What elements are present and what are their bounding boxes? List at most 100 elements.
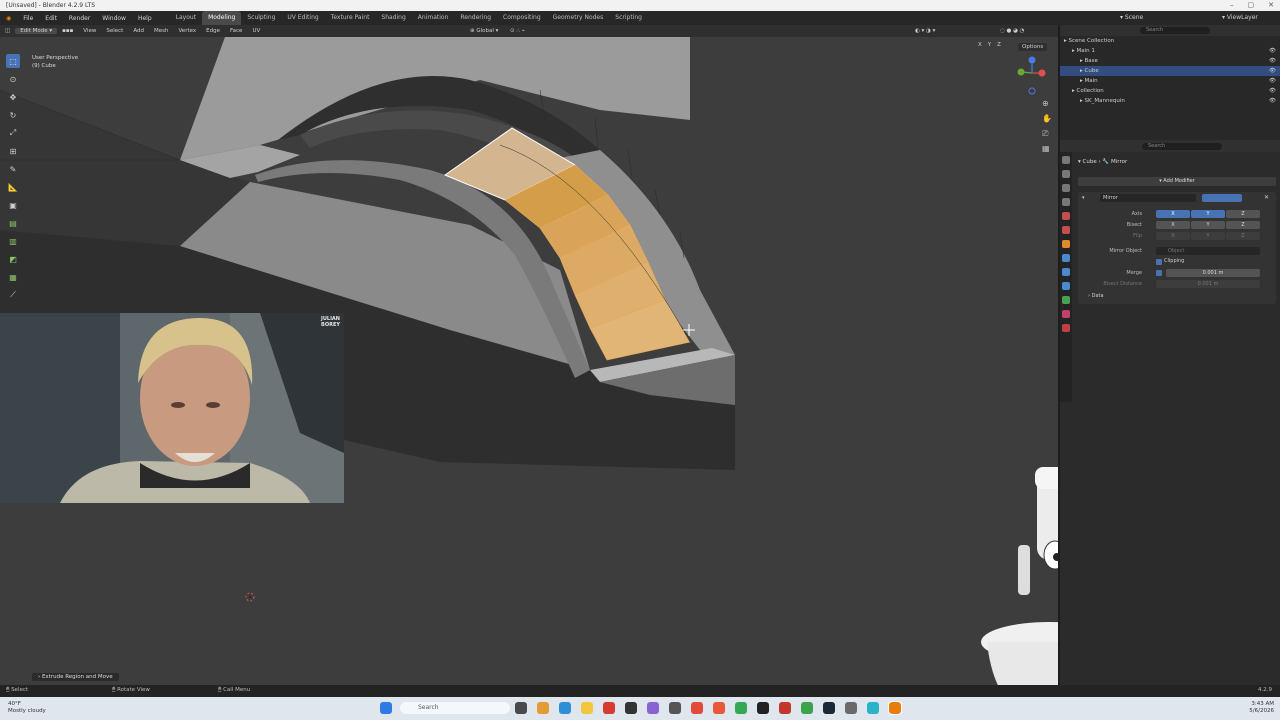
menu-mesh[interactable]: Mesh — [149, 28, 173, 34]
zoom-icon[interactable]: ⊕ — [1042, 99, 1049, 108]
app-icon-9[interactable] — [757, 702, 769, 714]
tab-layout[interactable]: Layout — [170, 11, 202, 25]
menu-edge[interactable]: Edge — [201, 28, 225, 34]
visibility-eye-icon[interactable]: 👁 — [1269, 86, 1276, 96]
system-clock[interactable]: 3:43 AM 5/6/2026 — [1240, 701, 1274, 715]
texture-tab-icon[interactable] — [1062, 324, 1070, 332]
mirror-object-field[interactable]: Object — [1156, 247, 1260, 255]
snap-icons[interactable]: ⊙ ∴ ⌁ — [510, 25, 525, 37]
outliner-row[interactable]: ▸ Main 👁 — [1060, 76, 1280, 86]
visibility-eye-icon[interactable]: 👁 — [1269, 66, 1276, 76]
add-modifier-button[interactable]: ▾ Add Modifier — [1078, 177, 1276, 186]
app-icon-3[interactable] — [603, 702, 615, 714]
app-icon-8[interactable] — [713, 702, 725, 714]
remove-modifier-icon[interactable]: ✕ — [1264, 194, 1269, 201]
output-tab-icon[interactable] — [1062, 184, 1070, 192]
app-icon-10[interactable] — [779, 702, 791, 714]
tab-scripting[interactable]: Scripting — [609, 11, 648, 25]
menu-render[interactable]: Render — [63, 15, 96, 22]
tab-modeling[interactable]: Modeling — [202, 11, 242, 25]
axis-z-toggle[interactable]: Z — [1226, 210, 1260, 218]
tab-rendering[interactable]: Rendering — [454, 11, 497, 25]
object-tab-icon[interactable] — [1062, 240, 1070, 248]
add-cube-tool-icon[interactable]: ▣ — [6, 198, 20, 212]
3d-cursor-icon[interactable] — [245, 592, 255, 602]
outliner-row[interactable]: ▸ SK_Mannequin 👁 — [1060, 96, 1280, 106]
pan-hand-icon[interactable]: ✋ — [1042, 113, 1052, 123]
3d-viewport[interactable]: ⊕ ✋ ⎚ ▦ User Perspective (9) Cube Option… — [0, 37, 1058, 685]
merge-checkbox[interactable] — [1156, 270, 1162, 276]
move-tool-icon[interactable]: ✥ — [6, 90, 20, 104]
modifier-tab-icon[interactable] — [1062, 254, 1070, 262]
select-mode-icons[interactable]: ▪▪▪ — [57, 28, 78, 34]
visibility-eye-icon[interactable]: 👁 — [1269, 46, 1276, 56]
app-icon-1[interactable] — [537, 702, 549, 714]
properties-search-input[interactable]: Search — [1142, 143, 1222, 150]
menu-vertex[interactable]: Vertex — [173, 28, 201, 34]
loop-cut-tool-icon[interactable]: ▦ — [6, 270, 20, 284]
visibility-eye-icon[interactable]: 👁 — [1269, 56, 1276, 66]
maximize-icon[interactable]: ▢ — [1248, 0, 1255, 11]
select-box-tool-icon[interactable]: ⬚ — [6, 54, 20, 68]
blender-taskbar-icon[interactable] — [888, 701, 902, 715]
app-icon-13[interactable] — [867, 702, 879, 714]
physics-tab-icon[interactable] — [1062, 282, 1070, 290]
scene-collection-row[interactable]: ▸ Scene Collection — [1060, 36, 1280, 46]
data-tab-icon[interactable] — [1062, 296, 1070, 304]
options-button[interactable]: Options — [1018, 43, 1048, 51]
axis-x-toggle[interactable]: X — [1156, 210, 1190, 218]
render-tab-icon[interactable] — [1062, 170, 1070, 178]
taskbar-search-input[interactable]: Search — [400, 702, 510, 714]
extrude-tool-icon[interactable]: ▤ — [6, 216, 20, 230]
menu-file[interactable]: File — [17, 15, 39, 22]
app-icon-5[interactable] — [647, 702, 659, 714]
overlay-icons[interactable]: ◐ ▾ ◑ ▾ — [915, 25, 935, 37]
data-subpanel[interactable]: › Data — [1088, 293, 1104, 299]
chrome-icon[interactable] — [735, 702, 747, 714]
outliner-row[interactable]: ▸ Collection 👁 — [1060, 86, 1280, 96]
bisect-z-toggle[interactable]: Z — [1226, 221, 1260, 229]
menu-add[interactable]: Add — [128, 28, 149, 34]
app-icon-7[interactable] — [691, 702, 703, 714]
outliner-row[interactable]: ▸ Base 👁 — [1060, 56, 1280, 66]
bevel-tool-icon[interactable]: ◩ — [6, 252, 20, 266]
minimize-icon[interactable]: – — [1230, 0, 1234, 11]
steam-icon[interactable] — [823, 702, 835, 714]
world-tab-icon[interactable] — [1062, 226, 1070, 234]
scene-tab-icon[interactable] — [1062, 212, 1070, 220]
weather-widget[interactable]: 40°F Mostly cloudy — [8, 701, 46, 715]
tool-tab-icon[interactable] — [1062, 156, 1070, 164]
outliner-search-input[interactable]: Search — [1140, 27, 1210, 34]
flip-z-toggle[interactable]: Z — [1226, 232, 1260, 240]
app-icon-2[interactable] — [559, 702, 571, 714]
outliner-row[interactable]: ▸ Main 1 👁 — [1060, 46, 1280, 56]
menu-select[interactable]: Select — [101, 28, 128, 34]
cursor-tool-icon[interactable]: ⊙ — [6, 72, 20, 86]
inset-tool-icon[interactable]: ▥ — [6, 234, 20, 248]
app-icon-11[interactable] — [801, 702, 813, 714]
mirror-z-toggle[interactable]: Z — [997, 42, 1001, 48]
tab-animation[interactable]: Animation — [412, 11, 455, 25]
measure-tool-icon[interactable]: 📐 — [6, 180, 20, 194]
close-icon[interactable]: ✕ — [1268, 0, 1274, 11]
bisect-x-toggle[interactable]: X — [1156, 221, 1190, 229]
view-layer-tab-icon[interactable] — [1062, 198, 1070, 206]
menu-window[interactable]: Window — [96, 15, 132, 22]
shading-mode-icons[interactable]: ◌ ● ◕ ◔ — [1000, 25, 1024, 37]
menu-view[interactable]: View — [78, 28, 101, 34]
camera-view-icon[interactable]: ⎚ — [1042, 129, 1049, 138]
navigation-gizmo[interactable] — [1017, 56, 1046, 95]
task-view-icon[interactable] — [515, 702, 527, 714]
modifier-name-field[interactable]: Mirror — [1100, 194, 1196, 202]
menu-uv[interactable]: UV — [247, 28, 265, 34]
orientation-selector[interactable]: ⊕ Global ▾ — [470, 25, 498, 37]
app-icon-12[interactable] — [845, 702, 857, 714]
mirror-x-toggle[interactable]: X — [978, 42, 982, 48]
menu-help[interactable]: Help — [132, 15, 158, 22]
tab-compositing[interactable]: Compositing — [497, 11, 547, 25]
visibility-eye-icon[interactable]: 👁 — [1269, 76, 1276, 86]
bisect-distance-field[interactable]: 0.001 m — [1156, 280, 1260, 288]
bisect-y-toggle[interactable]: Y — [1191, 221, 1225, 229]
knife-tool-icon[interactable]: ⟋ — [6, 288, 20, 302]
rotate-tool-icon[interactable]: ↻ — [6, 108, 20, 122]
